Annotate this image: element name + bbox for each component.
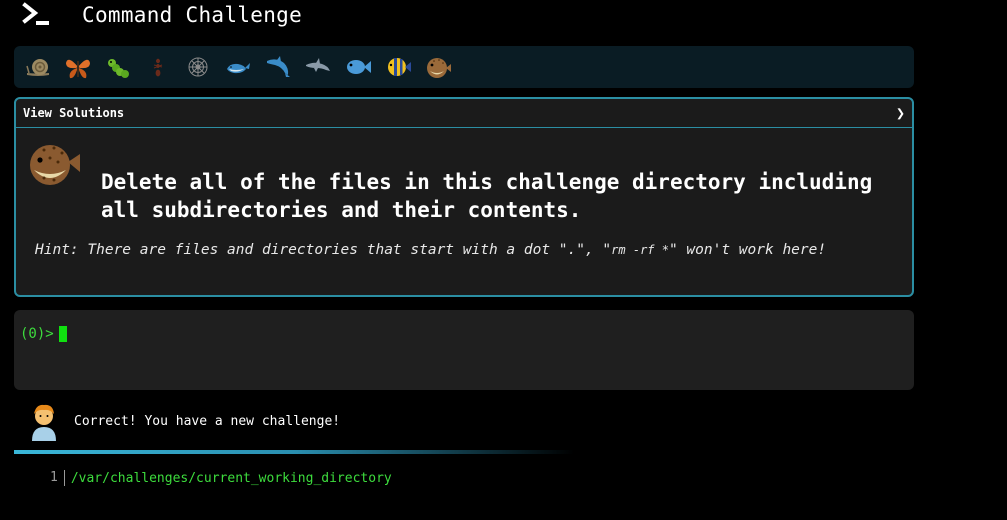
terminal-prompt: (0)> (20, 326, 54, 342)
divider-bar (14, 450, 574, 454)
level-dolphin[interactable] (262, 51, 294, 83)
view-solutions-label: View Solutions (23, 106, 125, 120)
challenge-hint: Hint: There are files and directories th… (35, 242, 826, 258)
challenge-task: Delete all of the files in this challeng… (101, 170, 873, 222)
ant-icon (153, 58, 163, 77)
terminal-input[interactable]: (0)> (14, 310, 914, 390)
blowfish-icon (427, 58, 451, 78)
caterpillar-icon (108, 59, 129, 78)
level-bar (14, 46, 914, 88)
level-ant[interactable] (142, 51, 174, 83)
working-directory-path: /var/challenges/current_working_director… (70, 470, 392, 486)
chevron-right-icon: ❯ (895, 104, 905, 122)
butterfly-icon (66, 59, 90, 79)
level-tropical-fish[interactable] (382, 51, 414, 83)
level-fish[interactable] (342, 51, 374, 83)
level-caterpillar[interactable] (102, 51, 134, 83)
dolphin-icon (267, 56, 290, 77)
whale-icon (227, 63, 250, 74)
level-blowfish[interactable] (422, 51, 454, 83)
hint-code: rm -rf * (611, 243, 669, 257)
working-directory: 1 /var/challenges/current_working_direct… (50, 470, 392, 486)
snail-icon (26, 59, 49, 76)
view-solutions-toggle[interactable]: View Solutions ❯ (16, 99, 912, 128)
line-number: 1 (50, 470, 65, 486)
terminal-cursor (59, 326, 67, 342)
person-icon (32, 404, 56, 441)
app-header: Command Challenge (22, 0, 302, 30)
feedback-text: Correct! You have a new challenge! (74, 413, 341, 429)
dolphin-grey-icon (306, 58, 330, 72)
level-dolphin-grey[interactable] (302, 51, 334, 83)
spider-web-icon (188, 57, 208, 77)
app-title: Command Challenge (82, 3, 303, 27)
fish-icon (347, 60, 371, 74)
level-whale[interactable] (222, 51, 254, 83)
level-butterfly[interactable] (62, 51, 94, 83)
challenge-panel: View Solutions ❯ Delete all of the files… (14, 97, 914, 297)
level-snail[interactable] (22, 51, 54, 83)
tropical-fish-icon (388, 58, 411, 76)
feedback-message: Correct! You have a new challenge! (26, 401, 340, 441)
hint-text-suffix: " won't work here! (668, 242, 827, 258)
hint-text-prefix: Hint: There are files and directories th… (35, 242, 612, 258)
blowfish-icon (30, 145, 80, 185)
level-spider-web[interactable] (182, 51, 214, 83)
terminal-logo-icon (22, 2, 49, 25)
